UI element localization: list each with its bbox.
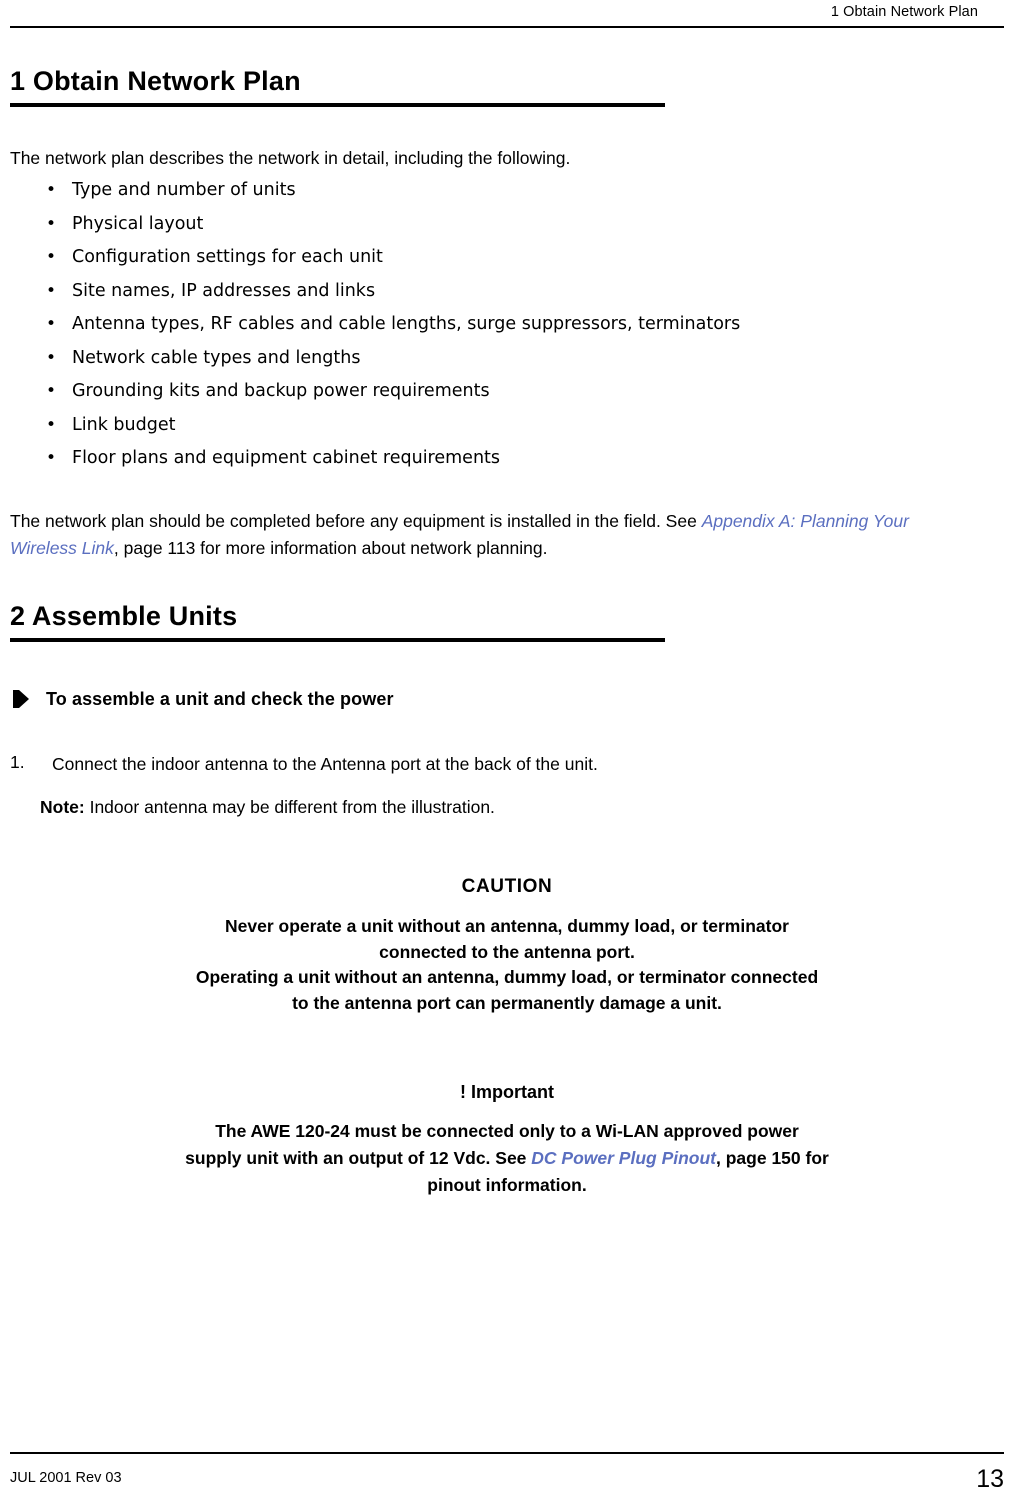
section-1-underline [10, 103, 665, 107]
step-number: 1. [10, 752, 25, 772]
important-title: ! Important [460, 1082, 554, 1102]
list-item: • Floor plans and equipment cabinet requ… [10, 446, 950, 470]
step-text: Connect the indoor antenna to the Antenn… [52, 754, 598, 774]
caution-line-4: to the antenna port can permanently dama… [292, 992, 722, 1013]
section-1-title: 1 Obtain Network Plan [10, 66, 301, 96]
bullet-icon: • [45, 414, 56, 435]
footer-rule [10, 1452, 1004, 1454]
running-header: 1 Obtain Network Plan [830, 4, 978, 20]
bullet-icon: • [45, 314, 56, 334]
important-line-2-post: , page 150 for [716, 1148, 829, 1168]
caution-line-1: Never operate a unit without an antenna,… [225, 916, 789, 936]
closing-paragraph-tail: , page 113 for more information about ne… [113, 538, 548, 558]
caution-line-3: Operating a unit without an antenna, dum… [195, 967, 819, 987]
note-text: Indoor antenna may be different from the… [84, 797, 495, 817]
important-block: ! Important The AWE 120-24 must be conne… [100, 1082, 914, 1199]
important-line-3: pinout information. [427, 1175, 587, 1195]
list-item: • Network cable types and lengths [10, 346, 950, 370]
bullet-icon: • [45, 280, 56, 301]
bullet-icon: • [45, 381, 56, 401]
list-item: • Antenna types, RF cables and cable len… [10, 312, 950, 336]
bullet-icon: • [45, 347, 56, 368]
right-arrow-icon [10, 688, 32, 710]
list-item-label: Network cable types and lengths [72, 347, 361, 368]
section-2-title: 2 Assemble Units [10, 601, 238, 631]
closing-paragraph-lead: The network plan should be completed bef… [10, 511, 702, 531]
note-block: Note: Indoor antenna may be different fr… [40, 795, 940, 820]
list-item-label: Site names, IP addresses and links [72, 280, 376, 301]
caution-block: CAUTION Never operate a unit without an … [100, 876, 914, 1016]
procedure-title: To assemble a unit and check the power [46, 688, 394, 709]
important-body: The AWE 120-24 must be connected only to… [100, 1118, 914, 1199]
list-item: • Physical layout [10, 212, 950, 236]
procedure-heading: To assemble a unit and check the power [10, 688, 394, 710]
list-item: • Site names, IP addresses and links [10, 279, 950, 303]
list-item: • Configuration settings for each unit [10, 245, 950, 269]
cross-reference-link-dc-power-plug-pinout[interactable]: DC Power Plug Pinout [531, 1148, 716, 1168]
procedure-step-1: 1. Connect the indoor antenna to the Ant… [10, 752, 940, 777]
list-item-label: Antenna types, RF cables and cable lengt… [72, 314, 741, 334]
header-rule [10, 26, 1004, 28]
caution-line-2: connected to the antenna port. [379, 941, 635, 962]
section-2-heading-block: 2 Assemble Units [10, 601, 665, 642]
note-label: Note: [40, 797, 85, 817]
section-1-closing-paragraph: The network plan should be completed bef… [10, 508, 966, 562]
bullet-icon: • [45, 213, 56, 234]
list-item-label: Type and number of units [72, 180, 296, 200]
caution-title: CAUTION [461, 876, 553, 897]
bullet-icon: • [45, 247, 56, 267]
important-line-2-pre: supply unit with an output of 12 Vdc. Se… [185, 1148, 532, 1168]
caution-body: Never operate a unit without an antenna,… [100, 914, 914, 1016]
page-number: 13 [976, 1465, 1004, 1493]
list-item: • Grounding kits and backup power requir… [10, 379, 950, 403]
bullet-icon: • [45, 448, 56, 468]
list-item-label: Physical layout [72, 213, 204, 234]
list-item-label: Link budget [72, 414, 176, 435]
document-page: 1 Obtain Network Plan 1 Obtain Network P… [0, 0, 1014, 1500]
list-item-label: Floor plans and equipment cabinet requir… [72, 448, 501, 468]
section-1-heading-block: 1 Obtain Network Plan [10, 66, 665, 107]
list-item: • Link budget [10, 413, 950, 437]
important-line-2: supply unit with an output of 12 Vdc. Se… [100, 1145, 914, 1172]
list-item-label: Grounding kits and backup power requirem… [72, 381, 490, 401]
important-line-1: The AWE 120-24 must be connected only to… [215, 1121, 799, 1141]
list-item-label: Configuration settings for each unit [72, 247, 383, 267]
section-1-intro-paragraph: The network plan describes the network i… [10, 148, 571, 168]
section-2-underline [10, 638, 665, 642]
section-1-bullet-list: • Type and number of units • Physical la… [10, 178, 950, 480]
bullet-icon: • [45, 180, 56, 200]
footer-revision: JUL 2001 Rev 03 [10, 1470, 122, 1486]
list-item: • Type and number of units [10, 178, 950, 202]
